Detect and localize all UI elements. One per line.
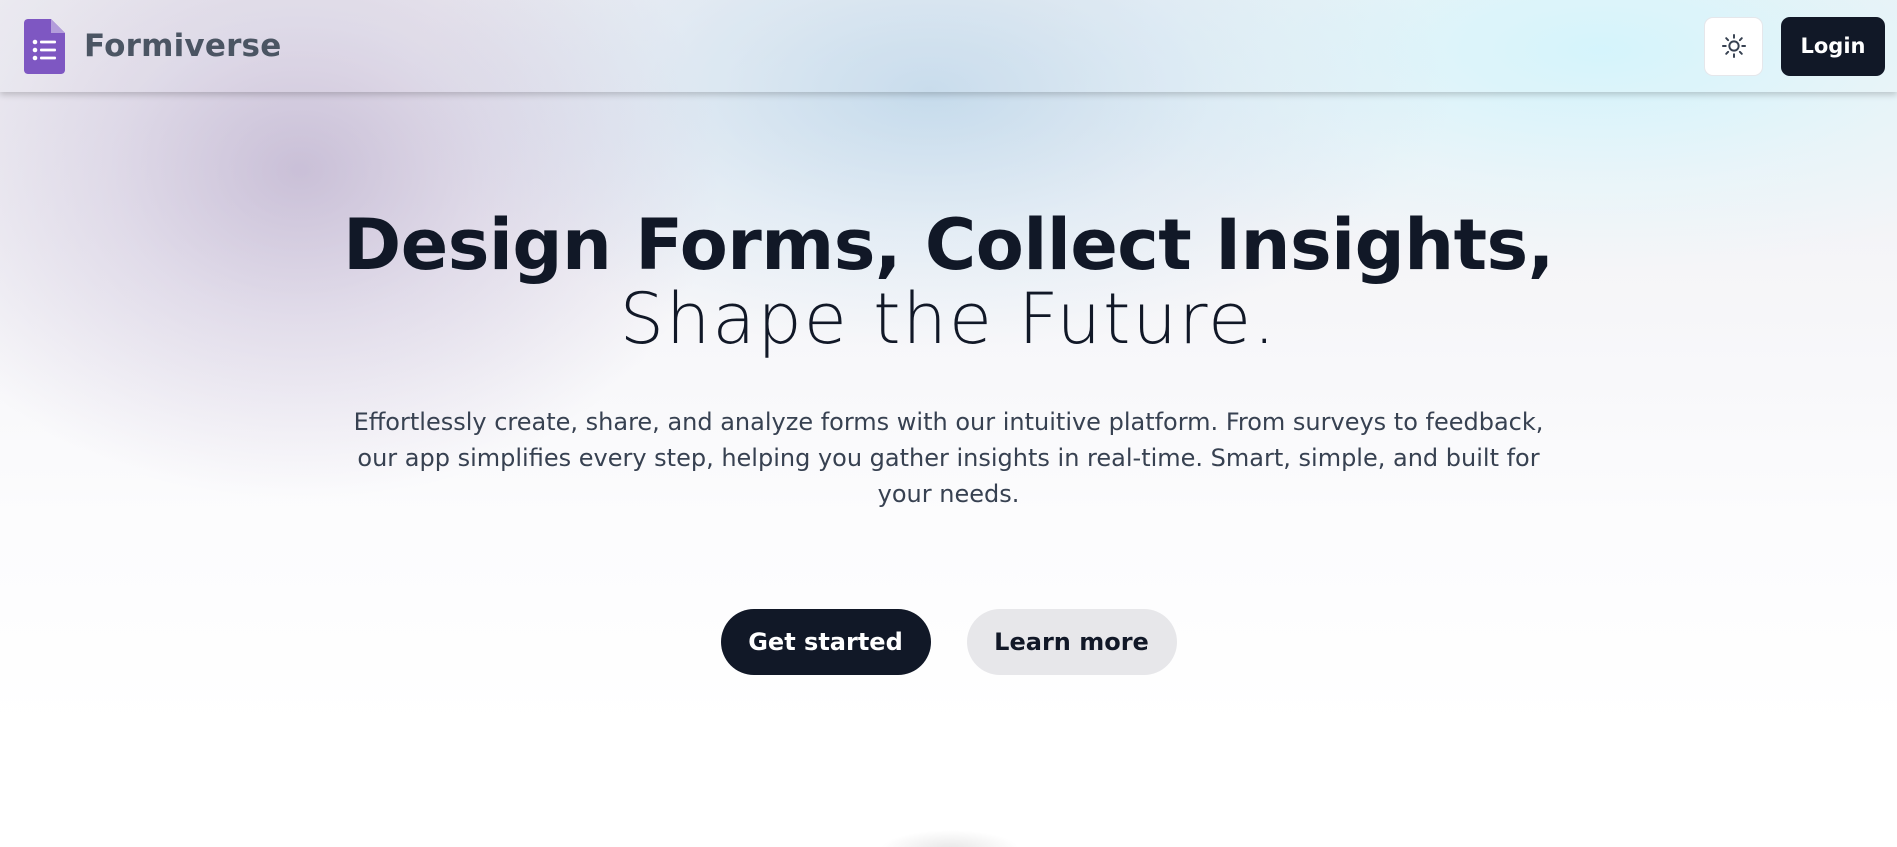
get-started-button[interactable]: Get started — [720, 609, 931, 675]
cta-buttons: Get started Learn more — [0, 609, 1897, 675]
brand[interactable]: Formiverse — [24, 18, 282, 74]
navbar-actions: Login — [1704, 16, 1885, 76]
hero-section: Design Forms, Collect Insights, Shape th… — [0, 92, 1897, 512]
hero-title-line-2: Shape the Future. — [619, 278, 1278, 360]
learn-more-button[interactable]: Learn more — [966, 609, 1177, 675]
hero-description: Effortlessly create, share, and analyze … — [353, 408, 1544, 508]
login-button[interactable]: Login — [1781, 16, 1885, 76]
forms-logo-icon — [24, 18, 65, 74]
brand-name: Formiverse — [84, 28, 282, 64]
theme-toggle-button[interactable] — [1704, 16, 1763, 76]
sun-icon — [1721, 33, 1746, 59]
top-navbar: Formiverse Login — [0, 0, 1897, 92]
hero-title-line-1: Design Forms, Collect Insights, — [343, 204, 1554, 286]
hero-title: Design Forms, Collect Insights, Shape th… — [0, 208, 1897, 356]
landing-page: Formiverse Login Design Forms, Collect I… — [0, 0, 1897, 847]
